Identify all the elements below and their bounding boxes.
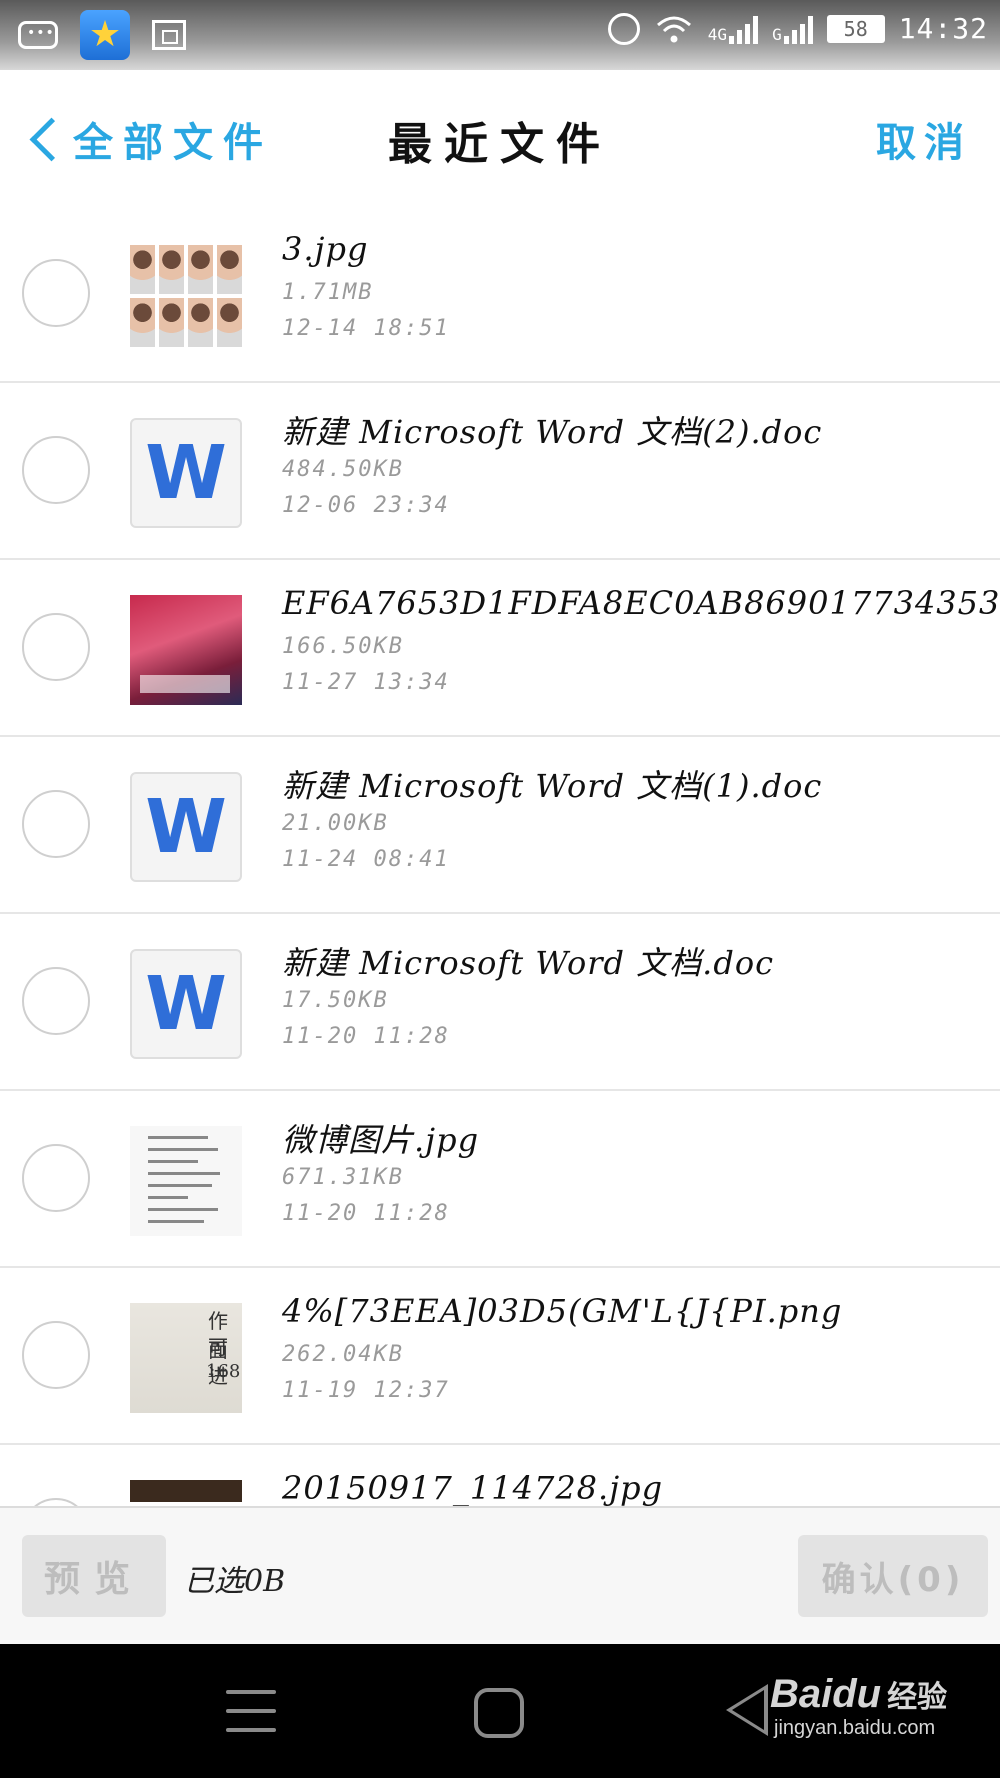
file-row[interactable]: 3.jpg 1.71MB 12-14 18:51 [0,206,1000,383]
file-row[interactable]: 作面 可进 168 4%[73EEA]03D5(GM'L{J{PI.png 26… [0,1268,1000,1445]
file-date: 11-20 11:28 [282,1201,450,1226]
battery-indicator: 58 [826,14,885,43]
file-row[interactable]: W 新建 Microsoft Word 文档(2).doc 484.50KB 1… [0,383,1000,560]
file-row[interactable]: W 新建 Microsoft Word 文档.doc 17.50KB 11-20… [0,914,1000,1091]
watermark-url: jingyan.baidu.com [774,1717,936,1739]
signal-bars-icon [783,14,813,44]
screenshot-icon [152,20,186,50]
word-icon: W [130,949,242,1059]
watermark-logo-suffix: 经验 [887,1681,948,1714]
file-name: 20150917_114728.jpg [282,1469,664,1506]
file-date: 12-14 18:51 [282,316,450,341]
signal-g: G [772,14,813,44]
handwritten-note-thumbnail: 作面 可进 168 [130,1303,242,1413]
file-name: EF6A7653D1FDFA8EC0AB869017734353.png [282,584,1000,622]
file-date: 11-20 11:28 [282,1024,450,1049]
status-right-icons: 4G G 58 14:32 [607,12,988,45]
photo-thumbnail [130,241,242,351]
network-type-1: 4G [707,24,728,44]
word-icon: W [130,772,242,882]
alarm-icon [607,12,640,45]
file-size: 21.00KB [282,811,389,836]
menu-icon[interactable] [226,1690,276,1732]
watermark-logo: Baidu 经验 [770,1672,947,1717]
select-radio[interactable] [22,1321,90,1389]
navigation-bar: Baidu 经验 jingyan.baidu.com [0,1644,1000,1778]
file-size: 262.04KB [282,1342,404,1367]
select-radio[interactable] [22,790,90,858]
status-bar: ★ 4G G 58 14:32 [0,0,1000,70]
page-title: 最近文件 [388,119,612,170]
file-list[interactable]: 3.jpg 1.71MB 12-14 18:51 W 新建 Microsoft … [0,206,1000,1506]
word-icon-letter: W [145,784,227,870]
word-icon: W [130,418,242,528]
wifi-icon [656,16,691,42]
clock: 14:32 [898,12,988,45]
select-radio[interactable] [22,1144,90,1212]
select-radio[interactable] [22,1498,90,1506]
file-date: 11-19 12:37 [282,1378,450,1403]
file-name: 新建 Microsoft Word 文档(2).doc [282,413,823,451]
message-icon [18,21,58,49]
selected-size-text: 已选0B [184,1564,286,1599]
network-type-2: G [772,24,782,44]
file-size: 166.50KB [282,634,404,659]
file-size: 1.71MB [282,280,374,305]
confirm-button[interactable]: 确认(0) [798,1535,988,1617]
file-date: 12-06 23:34 [282,493,450,518]
file-name: 新建 Microsoft Word 文档.doc [282,944,775,982]
back-triangle-icon[interactable] [726,1684,768,1736]
file-size: 17.50KB [282,988,389,1013]
select-radio[interactable] [22,613,90,681]
preview-button[interactable]: 预览 [22,1535,166,1617]
file-row[interactable]: W 新建 Microsoft Word 文档(1).doc 21.00KB 11… [0,737,1000,914]
word-icon-letter: W [145,961,227,1047]
file-name: 3.jpg [282,230,369,268]
file-name: 微博图片.jpg [282,1121,480,1159]
file-row[interactable]: 20150917_114728.jpg [0,1445,1000,1506]
select-radio[interactable] [22,436,90,504]
action-bar: 预览 已选0B 确认(0) [0,1506,1000,1644]
file-row[interactable]: EF6A7653D1FDFA8EC0AB869017734353.png 166… [0,560,1000,737]
word-icon-letter: W [145,430,227,516]
file-size: 484.50KB [282,457,404,482]
file-size: 671.31KB [282,1165,404,1190]
select-radio[interactable] [22,967,90,1035]
file-name: 4%[73EEA]03D5(GM'L{J{PI.png [282,1292,843,1330]
file-name: 新建 Microsoft Word 文档(1).doc [282,767,823,805]
watermark-logo-text: Baidu [770,1672,882,1716]
note-text-c: 168 [206,1361,241,1382]
home-icon[interactable] [474,1688,524,1738]
file-date: 11-27 13:34 [282,670,450,695]
file-row[interactable]: 微博图片.jpg 671.31KB 11-20 11:28 [0,1091,1000,1268]
poster-thumbnail [130,595,242,705]
signal-bars-icon [729,14,759,44]
file-date: 11-24 08:41 [282,847,450,872]
status-left-icons: ★ [18,10,186,60]
signal-4g: 4G [707,14,759,44]
select-radio[interactable] [22,259,90,327]
document-scan-thumbnail [130,1126,242,1236]
guitar-photo-thumbnail [130,1480,242,1502]
star-app-icon: ★ [80,10,130,60]
title-bar: 全部文件 最近文件 取消 [0,70,1000,210]
cancel-button[interactable]: 取消 [876,110,972,168]
baidu-watermark: Baidu 经验 jingyan.baidu.com [770,1672,947,1740]
